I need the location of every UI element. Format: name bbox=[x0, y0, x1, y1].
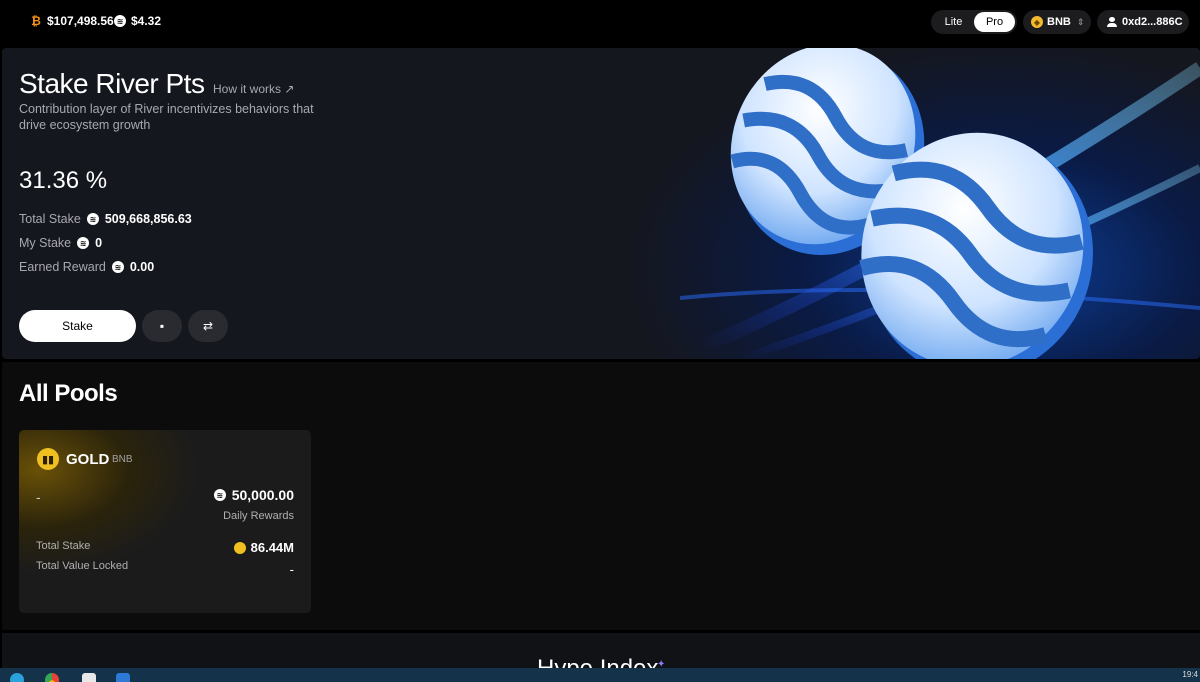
tvl-value: - bbox=[289, 562, 294, 577]
daily-rewards-value: ≋ 50,000.00 bbox=[213, 487, 294, 503]
os-taskbar: 19:4 bbox=[0, 668, 1200, 682]
tvl-label: Total Value Locked bbox=[36, 560, 129, 572]
pools-section: All Pools ▮▮ GOLD BNB - ≋ 50,000.00 Dail… bbox=[2, 362, 1200, 630]
swap-icon: ⇄ bbox=[202, 319, 214, 333]
gold-icon bbox=[233, 541, 246, 554]
river-icon: ≋ bbox=[114, 15, 126, 27]
apr-value: 31.36 % bbox=[19, 167, 108, 194]
swap-action-button[interactable]: ⇄ bbox=[188, 310, 228, 342]
chain-selector[interactable]: ◆ BNB ⇕ bbox=[1023, 10, 1091, 34]
river-coins-illustration bbox=[680, 48, 1200, 359]
total-stake-amount: 86.44M bbox=[250, 540, 294, 555]
user-icon bbox=[1107, 17, 1117, 27]
pool-chain: BNB bbox=[112, 454, 133, 465]
hype-index-section: Hype Index ✦ bbox=[2, 633, 1200, 673]
stat-label: Earned Reward bbox=[19, 260, 106, 274]
wallet-button[interactable]: 0xd2...886C bbox=[1097, 10, 1189, 34]
hero-description: Contribution layer of River incentivizes… bbox=[19, 102, 314, 132]
pools-title: All Pools bbox=[19, 380, 118, 407]
river-icon: ≋ bbox=[213, 489, 226, 501]
stat-value: 0.00 bbox=[129, 260, 155, 274]
gold-icon: ▮▮ bbox=[37, 448, 59, 470]
daily-rewards-amount: 50,000.00 bbox=[231, 487, 294, 503]
stat-value: 509,668,856.63 bbox=[104, 212, 192, 226]
btc-ticker: ₿ $107,498.56 bbox=[30, 14, 114, 28]
pool-apr: - bbox=[36, 489, 41, 505]
telegram-icon[interactable] bbox=[10, 673, 24, 682]
stat-my-stake: My Stake ≋ 0 bbox=[19, 236, 102, 250]
mode-option-lite[interactable]: Lite bbox=[933, 12, 974, 32]
total-stake-label: Total Stake bbox=[36, 540, 91, 552]
stat-label: Total Stake bbox=[19, 212, 81, 226]
chevron-updown-icon: ⇕ bbox=[1076, 16, 1085, 27]
how-it-works-link[interactable]: How it works ↗ bbox=[213, 82, 294, 96]
pool-name: GOLD bbox=[66, 451, 110, 468]
stake-button[interactable]: Stake bbox=[19, 310, 136, 342]
total-stake-value: 86.44M bbox=[233, 540, 294, 555]
wallet-icon: ▪ bbox=[159, 319, 165, 333]
btc-price: $107,498.56 bbox=[47, 14, 114, 28]
river-icon: ≋ bbox=[86, 213, 99, 225]
mode-option-pro[interactable]: Pro bbox=[974, 12, 1015, 32]
pool-card-gold[interactable]: ▮▮ GOLD BNB - ≋ 50,000.00 Daily Rewards … bbox=[19, 430, 311, 613]
bitcoin-icon: ₿ bbox=[31, 14, 41, 28]
river-price: $4.32 bbox=[131, 14, 162, 28]
bnb-icon: ◆ bbox=[1031, 16, 1043, 28]
stat-label: My Stake bbox=[19, 236, 72, 250]
wallet-action-button[interactable]: ▪ bbox=[142, 310, 182, 342]
chain-label: BNB bbox=[1047, 16, 1071, 28]
river-icon: ≋ bbox=[77, 237, 90, 249]
daily-rewards-label: Daily Rewards bbox=[223, 510, 294, 522]
stat-total-stake: Total Stake ≋ 509,668,856.63 bbox=[19, 212, 192, 226]
chrome-icon[interactable] bbox=[45, 673, 59, 682]
taskbar-clock: 19:4 bbox=[1182, 670, 1198, 679]
river-icon: ≋ bbox=[111, 261, 124, 273]
page-title: Stake River Pts bbox=[19, 68, 205, 99]
stat-earned-reward: Earned Reward ≋ 0.00 bbox=[19, 260, 154, 274]
stake-hero: Stake River Pts How it works ↗ Contribut… bbox=[2, 48, 1200, 359]
vscode-icon[interactable] bbox=[116, 673, 130, 682]
top-bar: ₿ $107,498.56 ≋ $4.32 Lite Pro ◆ BNB ⇕ 0… bbox=[0, 0, 1200, 46]
wallet-address: 0xd2...886C bbox=[1122, 16, 1183, 28]
notes-icon[interactable] bbox=[82, 673, 96, 682]
mode-toggle[interactable]: Lite Pro bbox=[931, 10, 1017, 34]
river-ticker: ≋ $4.32 bbox=[114, 14, 161, 28]
stat-value: 0 bbox=[95, 236, 103, 250]
